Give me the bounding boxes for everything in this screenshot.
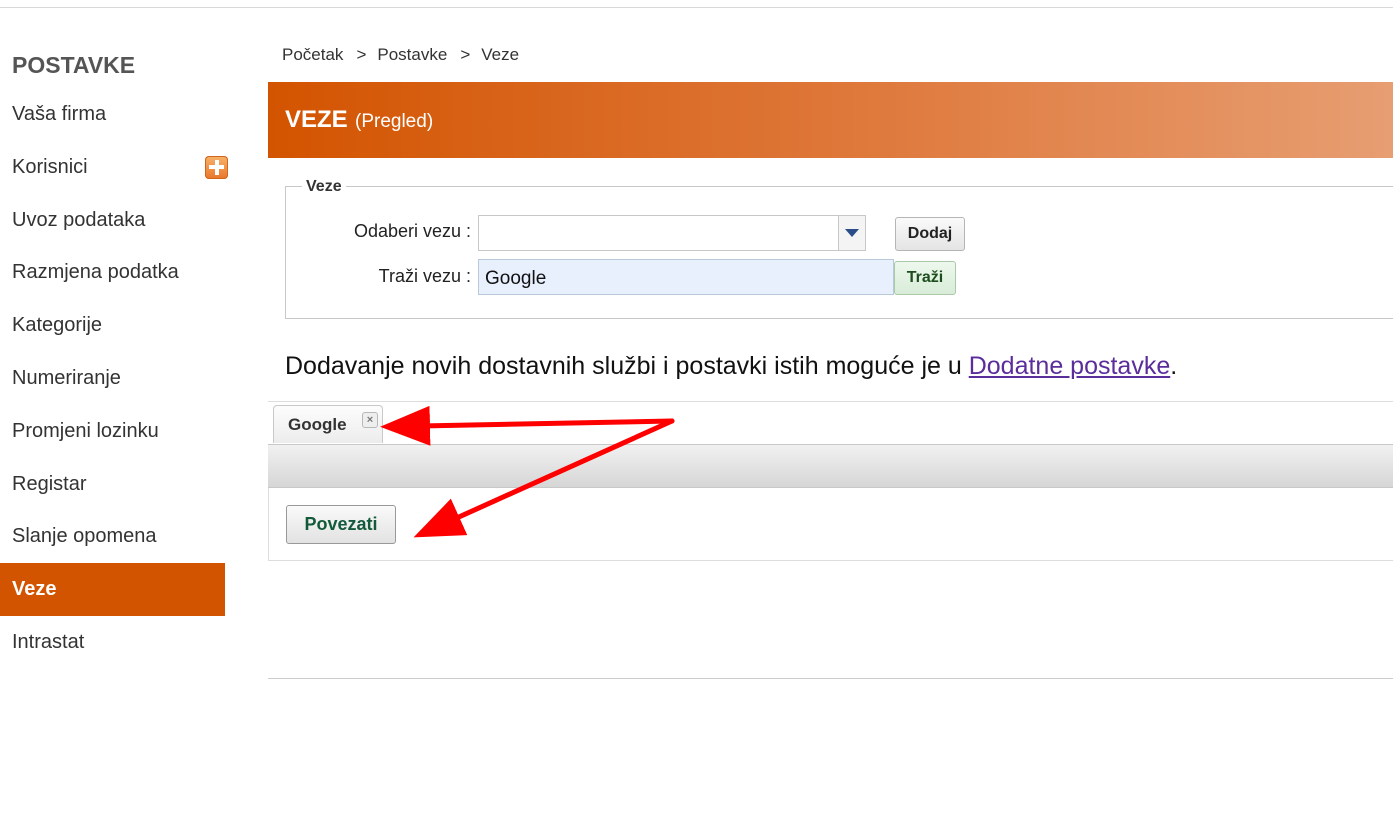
- annotation-arrows: [380, 405, 675, 538]
- arrow-to-tab-icon: [380, 405, 675, 446]
- arrow-to-button-icon: [413, 418, 675, 538]
